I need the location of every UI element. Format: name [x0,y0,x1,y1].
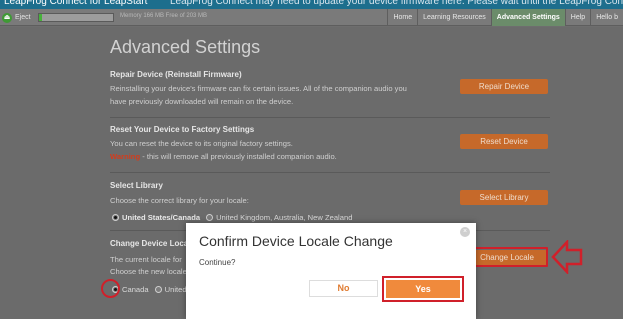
page-title: Advanced Settings [110,37,261,57]
eject-icon: ⏏ [2,12,12,23]
close-icon[interactable]: × [460,227,470,237]
reset-text-1: You can reset the device to its original… [110,139,293,148]
memory-bar-fill [39,14,42,21]
radio-uk-au-nz[interactable] [206,214,214,221]
select-library-button[interactable]: Select Library [460,190,548,205]
repair-text-1: Reinstalling your device's firmware can … [110,84,407,93]
warning-label: Warning [110,152,141,161]
radio-uk-au-nz-label: United Kingdom, Australia, New Zealand [216,213,353,222]
change-locale-highlight [465,247,548,267]
yes-button-highlight [382,276,464,302]
repair-text-2: have previously downloaded will remain o… [110,97,294,106]
reset-device-button[interactable]: Reset Device [460,134,548,149]
canada-radio-highlight [101,279,120,298]
locale-text-2: Choose the new locale [110,267,187,276]
section-divider [110,117,550,118]
dialog-title: Confirm Device Locale Change [199,233,393,249]
eject-label: Eject [15,14,31,21]
reset-heading: Reset Your Device to Factory Settings [110,125,255,134]
pointer-arrow-icon [551,240,583,274]
radio-us-canada-label: United States/Canada [122,213,201,222]
repair-device-button[interactable]: Repair Device [460,79,548,94]
locale-options: Canada United [112,285,187,294]
repair-heading: Repair Device (Reinstall Firmware) [110,70,242,79]
warning-text: - this will remove all previously instal… [140,152,337,161]
dialog-message: Continue? [199,258,236,267]
nav-home[interactable]: Home [387,9,417,26]
no-button[interactable]: No [309,280,378,297]
radio-united[interactable] [154,286,162,293]
title-bar: LeapFrog Connect for LeapStart LeapFrog … [0,0,623,9]
nav-user-greeting[interactable]: Hello b [590,9,623,26]
nav-advanced-settings[interactable]: Advanced Settings [490,9,565,26]
main-nav: Home Learning Resources Advanced Setting… [387,9,623,26]
nav-learning-resources[interactable]: Learning Resources [417,9,491,26]
memory-bar [38,13,114,22]
nav-help[interactable]: Help [564,9,590,26]
library-options: United States/Canada United Kingdom, Aus… [112,213,352,222]
window-title: LeapFrog Connect for LeapStart [4,0,148,7]
locale-heading: Change Device Locale [110,239,195,248]
radio-united-label: United [164,285,187,294]
radio-canada-label: Canada [122,285,149,294]
locale-text-1: The current locale for [110,255,182,264]
section-divider [110,172,550,173]
radio-us-canada[interactable] [112,214,119,221]
update-banner: LeapFrog Connect may need to update your… [170,0,623,7]
confirm-locale-dialog: Confirm Device Locale Change Continue? ×… [186,223,476,319]
toolbar: ⏏ Eject Memory 166 MB Free of 203 MB Hom… [0,9,623,26]
memory-text: Memory 166 MB Free of 203 MB [120,13,208,19]
library-text: Choose the correct library for your loca… [110,196,249,205]
reset-warning: Warning - this will remove all previousl… [110,151,337,163]
library-heading: Select Library [110,181,163,190]
eject-button[interactable]: ⏏ Eject [2,11,31,24]
